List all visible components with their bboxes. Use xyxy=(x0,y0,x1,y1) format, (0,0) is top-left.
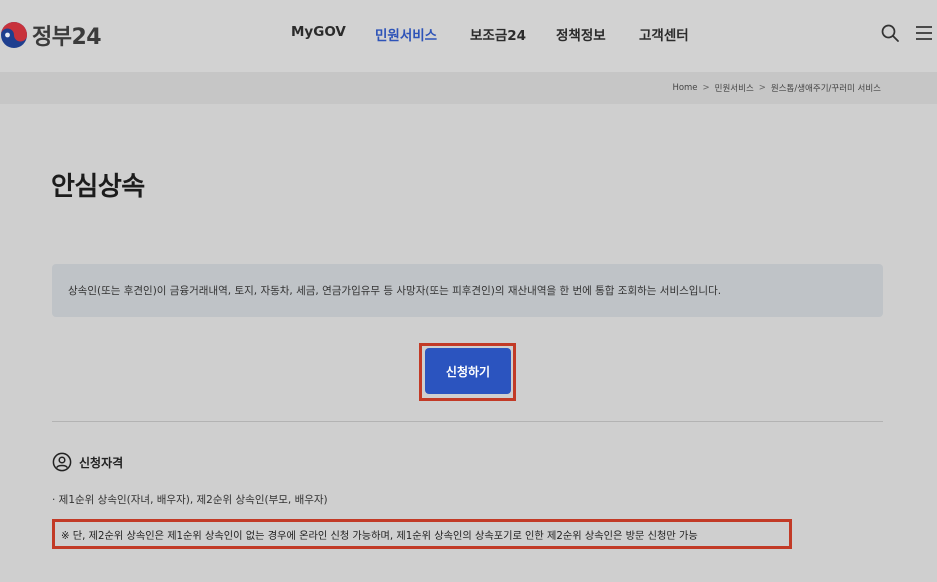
nav-item-mygov[interactable]: MyGOV xyxy=(291,24,346,40)
nav-item-policy-info[interactable]: 정책정보 xyxy=(556,24,606,44)
nav-item-customer-center[interactable]: 고객센터 xyxy=(639,24,689,44)
page-title: 안심상속 xyxy=(51,172,145,202)
nav-item-subsidy24[interactable]: 보조금24 xyxy=(470,24,526,44)
eligibility-item: · 제1순위 상속인(자녀, 배우자), 제2순위 상속인(부모, 배우자) xyxy=(52,494,328,506)
apply-button[interactable]: 신청하기 xyxy=(425,348,511,394)
eligibility-note: ※ 단, 제2순위 상속인은 제1순위 상속인이 없는 경우에 온라인 신청 가… xyxy=(52,519,792,549)
service-description-text: 상속인(또는 후견인)이 금융거래내역, 토지, 자동차, 세금, 연금가입유무… xyxy=(68,285,722,297)
menu-icon[interactable] xyxy=(914,23,934,43)
search-icon[interactable] xyxy=(880,23,900,43)
section-title: 신청자격 xyxy=(79,455,124,470)
service-description: 상속인(또는 후견인)이 금융거래내역, 토지, 자동차, 세금, 연금가입유무… xyxy=(52,264,883,317)
user-circle-icon xyxy=(52,452,72,472)
breadcrumb-home[interactable]: Home xyxy=(672,83,697,93)
main-nav: MyGOV 민원서비스 보조금24 정책정보 고객센터 xyxy=(0,24,937,44)
eligibility-section-header: 신청자격 xyxy=(52,452,123,472)
chevron-right-icon: > xyxy=(702,83,710,93)
eligibility-note-text: ※ 단, 제2순위 상속인은 제1순위 상속인이 없는 경우에 온라인 신청 가… xyxy=(61,530,698,542)
chevron-right-icon: > xyxy=(758,83,766,93)
breadcrumb: Home > 민원서비스 > 원스톱/생애주기/꾸러미 서비스 xyxy=(0,72,937,104)
divider xyxy=(52,421,883,422)
breadcrumb-current[interactable]: 원스톱/생애주기/꾸러미 서비스 xyxy=(771,82,881,94)
site-header: 정부24 MyGOV 민원서비스 보조금24 정책정보 고객센터 xyxy=(0,0,937,72)
breadcrumb-civil-service[interactable]: 민원서비스 xyxy=(715,82,754,94)
nav-item-civil-service[interactable]: 민원서비스 xyxy=(375,24,437,44)
